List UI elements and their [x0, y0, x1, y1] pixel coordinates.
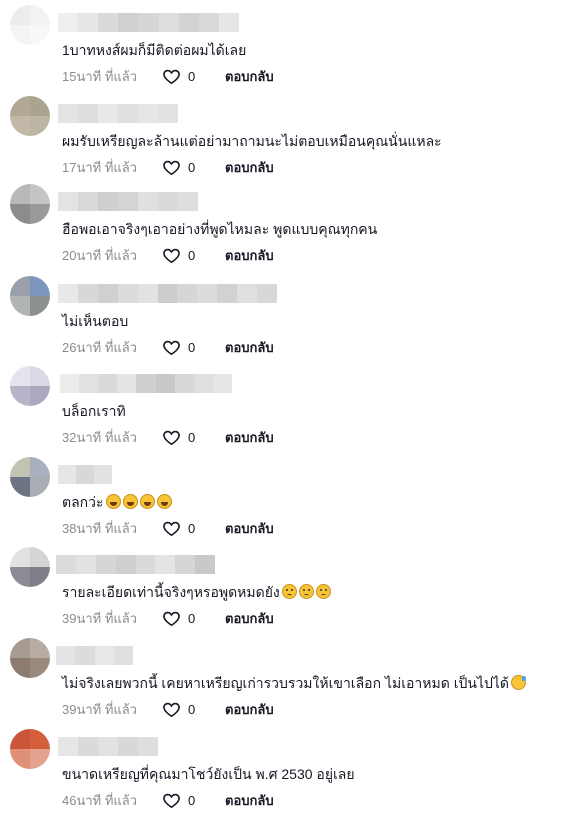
sad-emoji-icon — [281, 584, 297, 599]
heart-icon — [162, 519, 181, 538]
reply-button[interactable]: ตอบกลับ — [225, 245, 274, 266]
reply-button[interactable]: ตอบกลับ — [225, 699, 274, 720]
sweat-emoji-icon — [511, 675, 527, 690]
like-button[interactable]: 0 — [162, 700, 208, 719]
reply-button[interactable]: ตอบกลับ — [225, 337, 274, 358]
timestamp: 32นาที ที่แล้ว — [62, 429, 138, 445]
avatar[interactable] — [10, 5, 50, 45]
comment-text-content: ผมรับเหรียญละล้านแต่อย่ามาถามนะไม่ตอบเหม… — [62, 133, 442, 149]
comment-meta: 39นาที ที่แล้ว 0 ตอบกลับ — [62, 700, 274, 718]
like-count: 0 — [188, 429, 196, 445]
comment-text-content: รายละเอียดเท่านี้จริงๆหรอพูดหมดยัง — [62, 584, 280, 600]
like-count: 0 — [188, 701, 196, 717]
username-blurred[interactable] — [58, 284, 277, 303]
avatar[interactable] — [10, 184, 50, 224]
like-count: 0 — [188, 247, 196, 263]
comment-meta: 32นาที ที่แล้ว 0 ตอบกลับ — [62, 428, 274, 446]
reply-button[interactable]: ตอบกลับ — [225, 157, 274, 178]
avatar[interactable] — [10, 638, 50, 678]
sad-emoji-icon — [298, 584, 314, 599]
avatar[interactable] — [10, 547, 50, 587]
heart-icon — [162, 158, 181, 177]
sad-emoji-icon — [315, 584, 331, 599]
laugh-emoji-icon — [156, 494, 172, 509]
username-blurred[interactable] — [58, 104, 178, 123]
username-blurred[interactable] — [60, 374, 232, 393]
avatar[interactable] — [10, 276, 50, 316]
reply-button[interactable]: ตอบกลับ — [225, 427, 274, 448]
timestamp: 39นาที ที่แล้ว — [62, 701, 138, 717]
username-blurred[interactable] — [58, 737, 158, 756]
reply-button[interactable]: ตอบกลับ — [225, 608, 274, 629]
like-button[interactable]: 0 — [162, 158, 208, 177]
like-button[interactable]: 0 — [162, 338, 208, 357]
timestamp: 39นาที ที่แล้ว — [62, 610, 138, 626]
comment-meta: 15นาที ที่แล้ว 0 ตอบกลับ — [62, 67, 274, 85]
like-button[interactable]: 0 — [162, 67, 208, 86]
heart-icon — [162, 791, 181, 810]
comment-text-content: 1บาทหงส์ผมก็มีติดต่อผมได้เลย — [62, 42, 247, 58]
laugh-emoji-icon — [122, 494, 138, 509]
comment-text-content: ฮือพอเอาจริงๆเอาอย่างที่พูดไหมละ พูดแบบค… — [62, 221, 378, 237]
comment-text: ขนาดเหรียญที่คุณมาโชว์ยังเป็น พ.ศ 2530 อ… — [62, 765, 355, 783]
heart-icon — [162, 609, 181, 628]
username-blurred[interactable] — [56, 555, 215, 574]
avatar[interactable] — [10, 729, 50, 769]
comment-text: ฮือพอเอาจริงๆเอาอย่างที่พูดไหมละ พูดแบบค… — [62, 220, 377, 238]
like-count: 0 — [188, 610, 196, 626]
heart-icon — [162, 67, 181, 86]
heart-icon — [162, 246, 181, 265]
comment-text-content: ตลกว่ะ — [62, 494, 104, 510]
comment-text: ผมรับเหรียญละล้านแต่อย่ามาถามนะไม่ตอบเหม… — [62, 132, 442, 150]
like-count: 0 — [188, 339, 196, 355]
timestamp: 46นาที ที่แล้ว — [62, 792, 138, 808]
comment-text-content: ขนาดเหรียญที่คุณมาโชว์ยังเป็น พ.ศ 2530 อ… — [62, 766, 355, 782]
comment-meta: 38นาที ที่แล้ว 0 ตอบกลับ — [62, 519, 274, 537]
laugh-emoji-icon — [105, 494, 121, 509]
avatar[interactable] — [10, 96, 50, 136]
laugh-emoji-icon — [139, 494, 155, 509]
reply-button[interactable]: ตอบกลับ — [225, 790, 274, 811]
heart-icon — [162, 700, 181, 719]
like-button[interactable]: 0 — [162, 791, 208, 810]
comment-text: ตลกว่ะ — [62, 493, 172, 511]
comment-meta: 46นาที ที่แล้ว 0 ตอบกลับ — [62, 791, 274, 809]
comment-text-content: ไม่จริงเลยพวกนี้ เคยหาเหรียญเก่ารวบรวมให… — [62, 675, 510, 691]
username-blurred[interactable] — [58, 13, 239, 32]
comment-meta: 39นาที ที่แล้ว 0 ตอบกลับ — [62, 609, 274, 627]
username-blurred[interactable] — [56, 646, 133, 665]
comment-text-content: ไม่เห็นตอบ — [62, 313, 129, 329]
comment-text: บล็อกเราทิ — [62, 402, 126, 420]
like-button[interactable]: 0 — [162, 609, 208, 628]
comment-meta: 17นาที ที่แล้ว 0 ตอบกลับ — [62, 158, 274, 176]
avatar[interactable] — [10, 366, 50, 406]
timestamp: 20นาที ที่แล้ว — [62, 247, 138, 263]
like-button[interactable]: 0 — [162, 428, 208, 447]
like-button[interactable]: 0 — [162, 246, 208, 265]
comment-text: 1บาทหงส์ผมก็มีติดต่อผมได้เลย — [62, 41, 246, 59]
comment-text-content: บล็อกเราทิ — [62, 403, 126, 419]
reply-button[interactable]: ตอบกลับ — [225, 518, 274, 539]
reply-button[interactable]: ตอบกลับ — [225, 66, 274, 87]
username-blurred[interactable] — [58, 465, 112, 484]
avatar[interactable] — [10, 457, 50, 497]
comment-text: ไม่จริงเลยพวกนี้ เคยหาเหรียญเก่ารวบรวมให… — [62, 674, 527, 692]
timestamp: 15นาที ที่แล้ว — [62, 68, 138, 84]
like-count: 0 — [188, 792, 196, 808]
timestamp: 26นาที ที่แล้ว — [62, 339, 138, 355]
like-count: 0 — [188, 68, 196, 84]
comment-text: ไม่เห็นตอบ — [62, 312, 128, 330]
like-button[interactable]: 0 — [162, 519, 208, 538]
heart-icon — [162, 428, 181, 447]
username-blurred[interactable] — [58, 192, 198, 211]
comment-meta: 20นาที ที่แล้ว 0 ตอบกลับ — [62, 246, 274, 264]
like-count: 0 — [188, 159, 196, 175]
like-count: 0 — [188, 520, 196, 536]
timestamp: 38นาที ที่แล้ว — [62, 520, 138, 536]
comment-text: รายละเอียดเท่านี้จริงๆหรอพูดหมดยัง — [62, 583, 331, 601]
heart-icon — [162, 338, 181, 357]
timestamp: 17นาที ที่แล้ว — [62, 159, 138, 175]
comment-meta: 26นาที ที่แล้ว 0 ตอบกลับ — [62, 338, 274, 356]
